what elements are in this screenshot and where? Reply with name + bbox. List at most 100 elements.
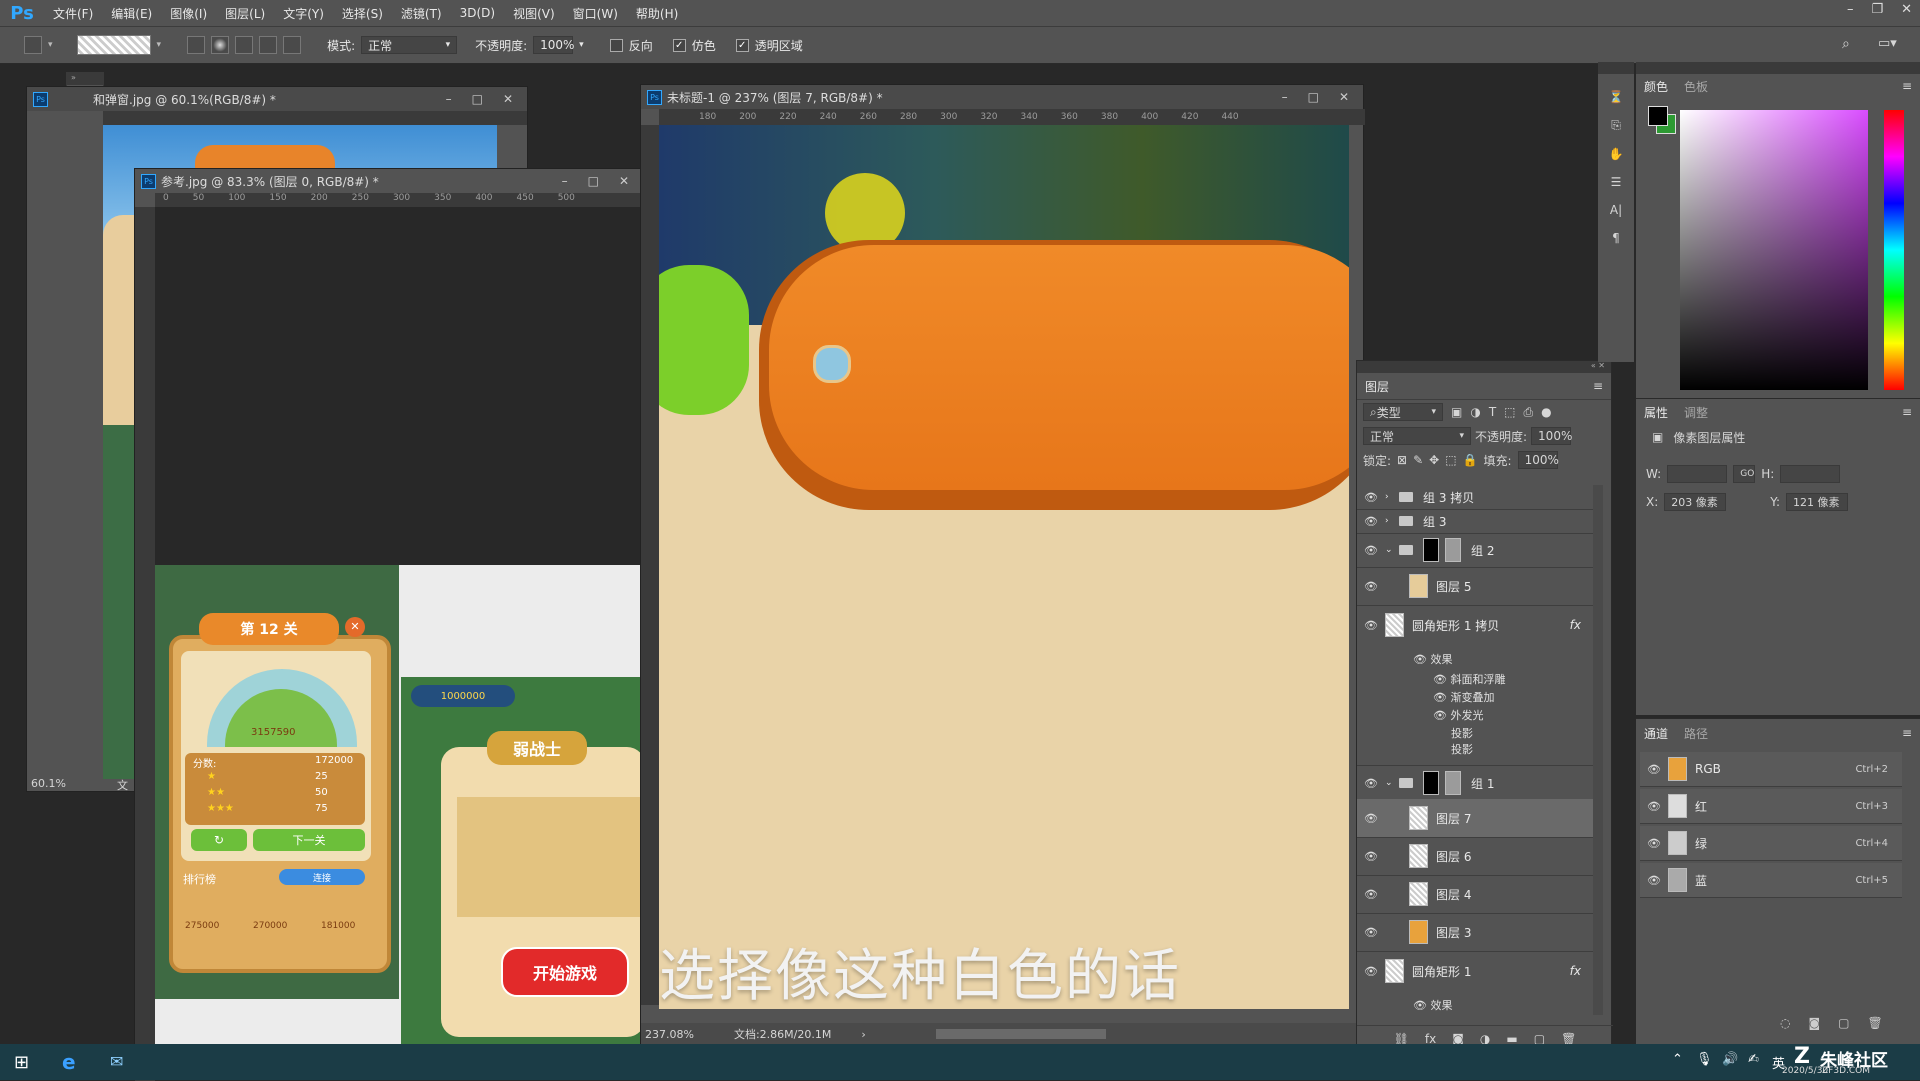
eye-icon[interactable]: 👁 xyxy=(1357,812,1385,825)
effect-gradient-overlay[interactable]: 👁 渐变叠加 xyxy=(1433,689,1494,705)
eye-icon[interactable]: 👁 xyxy=(1433,673,1450,686)
menu-image[interactable]: 图像(I) xyxy=(161,5,216,22)
document-tab-reference[interactable]: Ps 参考.jpg @ 83.3% (图层 0, RGB/8#) * – □ ✕ xyxy=(135,169,643,193)
menu-view[interactable]: 视图(V) xyxy=(504,5,564,22)
chevron-right-icon[interactable]: › xyxy=(1385,492,1399,502)
menu-layer[interactable]: 图层(L) xyxy=(216,5,274,22)
chevron-down-icon[interactable]: ▾ xyxy=(48,40,53,50)
minimize-icon[interactable]: – xyxy=(1282,90,1288,104)
eye-icon[interactable]: 👁 xyxy=(1357,777,1385,790)
tab-color[interactable]: 颜色 xyxy=(1644,78,1668,95)
workspace-icon[interactable]: ▭▾ xyxy=(1878,36,1897,51)
layer-row[interactable]: 👁 图层 6 xyxy=(1357,837,1593,876)
zoom-level-main[interactable]: 237.08% xyxy=(645,1028,694,1041)
eye-icon[interactable]: 👁 xyxy=(1413,653,1430,666)
filter-adjustment-icon[interactable]: ◑ xyxy=(1470,405,1480,419)
maximize-icon[interactable]: □ xyxy=(1308,90,1319,104)
layer-row[interactable]: 👁 ⌄ 组 1 xyxy=(1357,765,1593,801)
angle-gradient-icon[interactable] xyxy=(235,36,254,54)
reflected-gradient-icon[interactable] xyxy=(259,36,278,54)
eye-icon[interactable]: 👁 xyxy=(1357,491,1385,504)
y-input[interactable]: 121 像素 xyxy=(1786,493,1849,511)
document-tab-main[interactable]: Ps 未标题-1 @ 237% (图层 7, RGB/8#) * – □ ✕ xyxy=(641,85,1363,109)
dither-checkbox[interactable]: ✓ xyxy=(672,38,686,52)
tab-channels[interactable]: 通道 xyxy=(1644,725,1668,742)
document-tab-back[interactable]: Ps 和弹窗.jpg @ 60.1%(RGB/8#) * – □ ✕ xyxy=(27,87,527,111)
vector-mask-thumb[interactable] xyxy=(1445,771,1461,795)
mail-icon[interactable]: ✉ xyxy=(110,1052,123,1071)
lock-position-icon[interactable]: ✥ xyxy=(1429,453,1439,467)
zoom-level-back[interactable]: 60.1% xyxy=(31,777,66,790)
clone-source-icon[interactable]: ⎘ xyxy=(1611,118,1621,133)
close-icon[interactable]: ✕ xyxy=(1339,90,1349,104)
link-icon[interactable]: GO xyxy=(1733,465,1756,483)
effect-drop-shadow[interactable]: 投影 xyxy=(1451,725,1473,741)
eye-icon[interactable]: 👁 xyxy=(1640,837,1668,850)
layers-scrollbar[interactable] xyxy=(1593,485,1603,1015)
menu-3d[interactable]: 3D(D) xyxy=(451,6,504,20)
windows-start-icon[interactable]: ⊞ xyxy=(14,1052,29,1073)
eye-icon[interactable]: 👁 xyxy=(1357,515,1385,528)
height-input[interactable] xyxy=(1780,465,1841,483)
blend-mode-select[interactable]: 正常 ▾ xyxy=(1363,427,1471,445)
fill-input[interactable]: 100% xyxy=(1517,451,1559,469)
load-selection-icon[interactable]: ◌ xyxy=(1780,1016,1790,1030)
menu-edit[interactable]: 编辑(E) xyxy=(102,5,161,22)
trash-icon[interactable]: 🗑 xyxy=(1867,1016,1882,1030)
eye-icon[interactable]: 👁 xyxy=(1357,888,1385,901)
x-input[interactable]: 203 像素 xyxy=(1664,493,1727,511)
channel-row-rgb[interactable]: 👁 RGB Ctrl+2 xyxy=(1640,752,1902,787)
lock-transparent-icon[interactable]: ⊠ xyxy=(1397,453,1407,467)
effect-outer-glow[interactable]: 👁 外发光 xyxy=(1433,707,1483,723)
layer-row[interactable]: 👁 圆角矩形 1 fx xyxy=(1357,951,1593,991)
menu-type[interactable]: 文字(Y) xyxy=(274,5,333,22)
character-icon[interactable]: A| xyxy=(1610,203,1622,217)
panel-menu-icon[interactable]: ≡ xyxy=(1902,726,1912,740)
horizontal-scrollbar[interactable] xyxy=(935,1029,1106,1039)
chevron-down-icon[interactable]: ▾ xyxy=(157,40,162,50)
eye-icon[interactable]: 👁 xyxy=(1433,691,1450,704)
chevron-right-icon[interactable]: › xyxy=(1385,516,1399,526)
menu-select[interactable]: 选择(S) xyxy=(333,5,392,22)
layer-row-selected[interactable]: 👁 图层 7 xyxy=(1357,799,1593,838)
eye-icon[interactable]: 👁 xyxy=(1640,874,1668,887)
close-icon[interactable]: ✕ xyxy=(619,174,629,188)
pen-input-icon[interactable]: ✍ xyxy=(1748,1052,1759,1067)
menu-filter[interactable]: 滤镜(T) xyxy=(392,5,451,22)
filter-smart-icon[interactable]: ⎙ xyxy=(1524,405,1534,420)
lock-artboard-icon[interactable]: ⬚ xyxy=(1445,453,1456,467)
close-icon[interactable]: ✕ xyxy=(503,92,513,106)
panel-menu-icon[interactable]: ≡ xyxy=(1593,379,1603,393)
lock-all-icon[interactable]: 🔒 xyxy=(1463,453,1478,467)
eye-icon[interactable]: 👁 xyxy=(1640,800,1668,813)
menu-file[interactable]: 文件(F) xyxy=(44,5,102,22)
layer-row[interactable]: 👁 图层 4 xyxy=(1357,875,1593,914)
chevron-right-icon[interactable]: › xyxy=(861,1028,865,1041)
eye-icon[interactable]: 👁 xyxy=(1640,763,1668,776)
filter-type-icon[interactable]: T xyxy=(1489,405,1496,419)
linear-gradient-icon[interactable] xyxy=(187,36,206,54)
menu-window[interactable]: 窗口(W) xyxy=(564,5,627,22)
lock-pixels-icon[interactable]: ✎ xyxy=(1413,453,1423,467)
eye-icon[interactable]: 👁 xyxy=(1357,926,1385,939)
minimize-icon[interactable]: – xyxy=(446,92,452,106)
save-selection-icon[interactable]: ◙ xyxy=(1808,1016,1820,1030)
layer-opacity-input[interactable]: 100% xyxy=(1531,427,1572,445)
panel-close-icon[interactable]: « ✕ xyxy=(1357,361,1611,373)
tab-adjustments[interactable]: 调整 xyxy=(1684,404,1708,421)
channel-row-red[interactable]: 👁 红 Ctrl+3 xyxy=(1640,789,1902,824)
fx-badge[interactable]: fx xyxy=(1570,964,1581,978)
panel-collapse-icon[interactable]: » xyxy=(67,73,103,85)
layer-mask-thumb[interactable] xyxy=(1423,771,1439,795)
paragraph-icon[interactable]: ¶ xyxy=(1612,231,1620,245)
minimize-icon[interactable]: – xyxy=(562,174,568,188)
filter-select[interactable]: ⌕ 类型 ▾ xyxy=(1363,403,1443,421)
filter-pixel-icon[interactable]: ▣ xyxy=(1451,405,1462,419)
panel-menu-icon[interactable]: ≡ xyxy=(1902,405,1912,419)
brush-settings-icon[interactable]: ✋ xyxy=(1609,147,1624,161)
history-icon[interactable]: ⏳ xyxy=(1609,90,1624,104)
hue-slider[interactable] xyxy=(1884,110,1904,390)
transparency-checkbox[interactable]: ✓ xyxy=(735,38,749,52)
filter-shape-icon[interactable]: ⬚ xyxy=(1504,405,1515,419)
reverse-checkbox[interactable] xyxy=(609,38,623,52)
